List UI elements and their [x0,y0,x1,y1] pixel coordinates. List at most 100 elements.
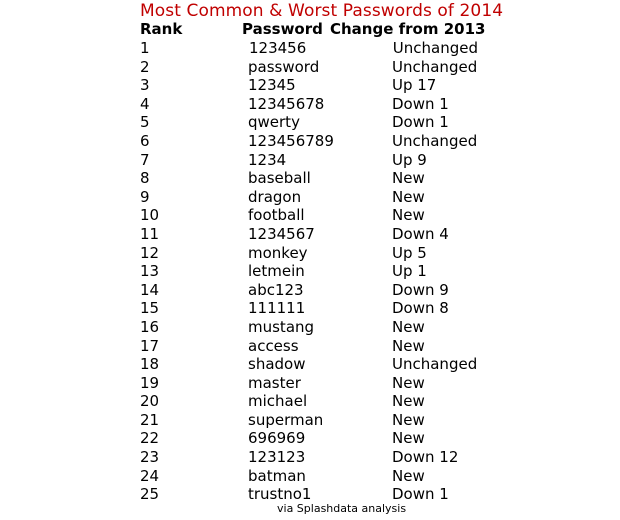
rank-cell: 16 [140,317,160,336]
change-cell: Up 9 [392,150,427,169]
rank-cell: 15 [140,299,160,318]
password-cell: batman [248,466,306,485]
table-row: 19 master New [0,374,620,393]
rank-cell: 3 [140,76,150,95]
password-cell: password [248,57,320,76]
password-cell: 123123 [248,448,306,467]
change-cell: Down 4 [392,224,449,243]
change-cell: Down 9 [392,280,449,299]
password-cell: 111111 [248,299,306,318]
password-cell: 696969 [248,429,306,448]
password-cell: 12345 [248,76,296,95]
password-cell: mustang [248,317,315,336]
change-cell: Unchanged [392,131,478,150]
password-cell: football [248,206,305,225]
source-note: via Splashdata analysis [277,502,407,515]
rank-cell: 6 [140,131,150,150]
password-cell: 1234567 [248,224,315,243]
rank-cell: 13 [140,262,160,281]
table-row: 21 superman New [0,411,620,430]
table-row: 10 football New [0,206,620,225]
rank-cell: 12 [140,243,160,262]
password-cell: 123456789 [248,131,334,150]
rank-cell: 23 [140,448,160,467]
table-row: 20 michael New [0,392,620,411]
password-cell: access [248,336,299,355]
password-table: 1 123456 Unchanged 2 password Unchanged 3 12345… [0,39,620,504]
table-row: 16 mustang New [0,318,620,337]
rank-cell: 17 [140,336,160,355]
rank-cell: 2 [140,57,150,76]
change-cell: New [392,392,425,411]
password-cell: shadow [248,355,306,374]
password-cell: letmein [248,262,305,281]
table-row: 5 qwerty Down 1 [0,113,620,132]
column-header-rank: Rank [140,20,183,38]
table-row: 14 abc123 Down 9 [0,281,620,300]
change-cell: New [392,373,425,392]
change-cell: New [392,169,425,188]
table-row: 4 12345678 Down 1 [0,95,620,114]
rank-cell: 25 [140,485,160,504]
password-cell: 12345678 [248,94,325,113]
password-cell: michael [248,392,308,411]
table-row: 1 123456 Unchanged [0,39,620,58]
rank-cell: 14 [140,280,160,299]
change-cell: Unchanged [392,57,478,76]
password-cell: master [248,373,301,392]
table-row: 7 1234 Up 9 [0,151,620,170]
change-cell: Up 17 [392,76,437,95]
table-row: 12 monkey Up 5 [0,244,620,263]
table-row: 3 12345 Up 17 [0,76,620,95]
password-cell: 1234 [248,150,287,169]
rank-cell: 4 [140,94,150,113]
password-cell: dragon [248,187,302,206]
table-row: 2 password Unchanged [0,58,620,77]
rank-cell: 7 [140,150,150,169]
rank-cell: 11 [140,224,160,243]
password-cell: baseball [248,169,311,188]
page-title: Most Common & Worst Passwords of 2014 [140,1,504,21]
change-cell: Down 8 [392,299,449,318]
table-row: 17 access New [0,337,620,356]
change-cell: Down 12 [392,448,459,467]
rank-cell: 21 [140,410,160,429]
table-row: 9 dragon New [0,188,620,207]
change-cell: Up 1 [392,262,427,281]
change-cell: Up 5 [392,243,427,262]
table-row: 15 111111 Down 8 [0,299,620,318]
change-cell: New [392,317,425,336]
column-header-password: Password [242,20,323,38]
rank-cell: 5 [140,113,150,132]
change-cell: New [392,336,425,355]
change-cell: New [392,187,425,206]
password-cell: superman [248,410,324,429]
table-row: 18 shadow Unchanged [0,355,620,374]
table-row: 6 123456789 Unchanged [0,132,620,151]
table-row: 24 batman New [0,467,620,486]
change-cell: Unchanged [392,355,478,374]
change-cell: New [392,466,425,485]
table-row: 11 1234567 Down 4 [0,225,620,244]
rank-cell: 8 [140,169,150,188]
rank-cell: 10 [140,206,160,225]
rank-cell: 18 [140,355,160,374]
change-cell: New [392,410,425,429]
change-cell: New [392,429,425,448]
rank-cell: 19 [140,373,160,392]
password-cell: abc123 [248,280,304,299]
rank-cell: 1 [140,39,150,57]
rank-cell: 9 [140,187,150,206]
column-header-change: Change from 2013 [330,20,486,38]
change-cell: Down 1 [392,94,449,113]
table-row: 13 letmein Up 1 [0,262,620,281]
rank-cell: 22 [140,429,160,448]
password-cell: monkey [248,243,308,262]
table-row: 23 123123 Down 12 [0,448,620,467]
table-row: 22 696969 New [0,429,620,448]
password-cell: 123456 [249,39,307,57]
rank-cell: 24 [140,466,160,485]
table-row: 8 baseball New [0,169,620,188]
change-cell: Unchanged [392,39,478,57]
change-cell: Down 1 [392,113,449,132]
